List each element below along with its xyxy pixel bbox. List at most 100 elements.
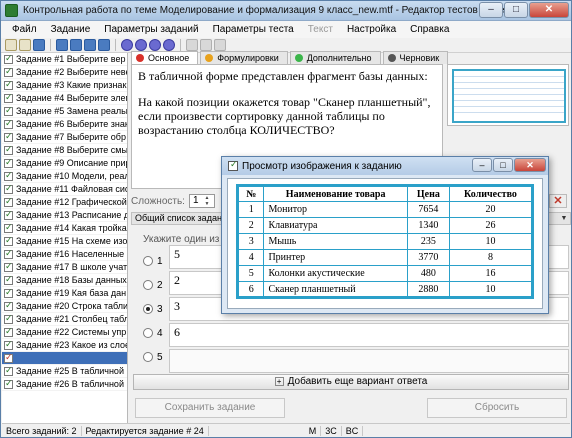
checkbox-icon[interactable] [4,378,13,389]
task-list-item[interactable]: Задание #14 Какая тройка [2,222,127,235]
checkbox-icon[interactable] [4,339,13,350]
maximize-button[interactable]: □ [504,2,528,18]
task-list-item[interactable]: Задание #21 Столбец табли [2,313,127,326]
save-task-button[interactable]: Сохранить задание [135,398,285,418]
image-thumbnail[interactable] [447,64,569,126]
menu-task-params[interactable]: Параметры заданий [97,24,205,35]
add-answer-button[interactable]: + Добавить еще вариант ответа [133,374,569,390]
menu-task[interactable]: Задание [44,24,98,35]
save-file-icon[interactable] [33,39,45,51]
close-button[interactable]: ✕ [529,2,569,18]
checkbox-icon[interactable] [4,196,13,207]
cut-icon[interactable] [214,39,226,51]
next-task-icon[interactable] [149,39,161,51]
task-list-item[interactable]: Задание #6 Выберите знак [2,118,127,131]
checkbox-icon[interactable] [4,183,13,194]
delete-image-button[interactable]: ✕ [549,194,567,208]
tab-0[interactable]: Основное [131,51,199,64]
insert-task-icon[interactable] [70,39,82,51]
checkbox-icon[interactable] [4,261,13,272]
answer-radio-item[interactable]: 2 [143,273,163,297]
task-list-item[interactable]: Задание #12 Графической [2,196,127,209]
checkbox-icon[interactable] [4,235,13,246]
answer-radio-item[interactable]: 5 [143,345,163,369]
reset-button[interactable]: Сбросить [427,398,567,418]
menu-help[interactable]: Справка [403,24,456,35]
first-task-icon[interactable] [121,39,133,51]
task-list-item[interactable]: Задание #16 Населенные п [2,248,127,261]
checkbox-icon[interactable] [4,66,13,77]
minimize-button[interactable]: – [479,2,503,18]
task-list-item[interactable]: Задание #9 Описание прир [2,157,127,170]
last-task-icon[interactable] [163,39,175,51]
image-preview-titlebar[interactable]: Просмотр изображения к заданию – □ ✕ [222,157,548,175]
tab-3[interactable]: Черновик [382,51,449,64]
checkbox-icon[interactable] [4,326,13,337]
radio-button[interactable] [143,328,153,338]
menu-file[interactable]: Файл [5,24,44,35]
checkbox-icon[interactable] [4,222,13,233]
checkbox-icon[interactable] [4,287,13,298]
task-list-item[interactable]: Задание #18 Базы данных [2,274,127,287]
answer-radio-item[interactable]: 3 [143,297,163,321]
checkbox-icon[interactable] [4,313,13,324]
task-list-item[interactable]: Задание #10 Модели, реал [2,170,127,183]
new-file-icon[interactable] [5,39,17,51]
tab-1[interactable]: Формулировки [200,51,288,64]
task-list-item[interactable]: Задание #8 Выберите смы [2,144,127,157]
task-list-item[interactable]: Задание #1 Выберите вер [2,53,127,66]
checkbox-icon[interactable] [4,170,13,181]
task-list-item[interactable]: Задание #5 Замена реальн [2,105,127,118]
checkbox-icon[interactable] [4,105,13,116]
task-list-item[interactable]: Задание #26 В табличной [2,378,127,391]
radio-button[interactable] [143,304,153,314]
checkbox-icon[interactable] [4,131,13,142]
task-list-item[interactable]: Задание #13 Расписание д [2,209,127,222]
answer-radio-item[interactable]: 4 [143,321,163,345]
task-list-item[interactable]: Задание #15 На схеме изоб [2,235,127,248]
prev-task-icon[interactable] [135,39,147,51]
checkbox-icon[interactable] [4,79,13,90]
task-list-item[interactable]: Задание #4 Выберите элем [2,92,127,105]
task-list-item[interactable]: Задание #20 Строка таблиц [2,300,127,313]
open-file-icon[interactable] [19,39,31,51]
copy-icon[interactable] [186,39,198,51]
task-list-item[interactable] [2,352,127,365]
checkbox-icon[interactable] [4,300,13,311]
checkbox-icon[interactable] [4,248,13,259]
task-list-item[interactable]: Задание #3 Какие признак [2,79,127,92]
delete-task-icon[interactable] [84,39,96,51]
checkbox-icon[interactable] [4,144,13,155]
checkbox-icon[interactable] [4,118,13,129]
task-list-item[interactable]: Задание #17 В школе учат [2,261,127,274]
paste-icon[interactable] [200,39,212,51]
checkbox-icon[interactable] [4,352,13,363]
menu-test-params[interactable]: Параметры теста [206,24,301,35]
radio-button[interactable] [143,280,153,290]
checkbox-icon[interactable] [4,274,13,285]
answer-radio-item[interactable]: 1 [143,249,163,273]
checkbox-icon[interactable] [4,209,13,220]
task-list-item[interactable]: Задание #19 Кая база дан [2,287,127,300]
checkbox-icon[interactable] [4,157,13,168]
menu-settings[interactable]: Настройка [340,24,403,35]
task-list-item[interactable]: Задание #25 В табличной [2,365,127,378]
answer-field[interactable] [169,349,569,373]
popup-close-button[interactable]: ✕ [514,158,546,172]
checkbox-icon[interactable] [4,365,13,376]
move-task-icon[interactable] [98,39,110,51]
task-list-item[interactable]: Задание #2 Выберите неве [2,66,127,79]
popup-minimize-button[interactable]: – [472,158,492,172]
add-task-icon[interactable] [56,39,68,51]
checkbox-icon[interactable] [4,53,13,64]
radio-button[interactable] [143,352,153,362]
difficulty-spinner[interactable]: 1 [188,194,215,208]
task-list-item[interactable]: Задание #7 Выберите обр [2,131,127,144]
tab-2[interactable]: Дополнительно [289,51,381,64]
title-bar[interactable]: Контрольная работа по теме Моделирование… [1,1,571,21]
task-list-item[interactable]: Задание #23 Какое из слое [2,339,127,352]
answer-field[interactable]: 6 [169,323,569,347]
task-list-item[interactable]: Задание #11 Файловая сис [2,183,127,196]
task-list-item[interactable]: Задание #22 Системы упр [2,326,127,339]
radio-button[interactable] [143,256,153,266]
